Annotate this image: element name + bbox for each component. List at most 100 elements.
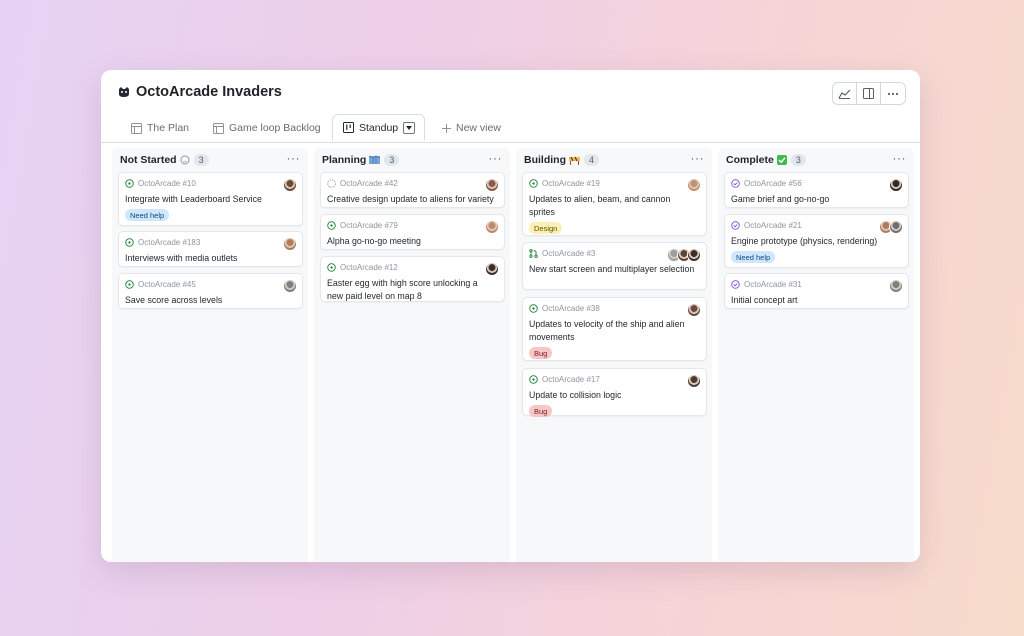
assignees	[485, 178, 499, 192]
issue-card[interactable]: OctoArcade #31 Initial concept art	[724, 273, 909, 309]
view-tabs: The Plan Game loop Backlog Standup New v…	[101, 114, 920, 143]
issue-reference: OctoArcade #42	[327, 179, 398, 188]
issue-label[interactable]: Design	[529, 222, 563, 234]
issue-number: OctoArcade #19	[542, 179, 600, 188]
assignees	[879, 220, 903, 234]
avatar	[283, 237, 297, 251]
new-view-button[interactable]: New view	[442, 114, 501, 142]
issue-reference: OctoArcade #56	[731, 179, 802, 188]
plus-icon	[442, 123, 451, 133]
issue-title[interactable]: Easter egg with high score unlocking a n…	[327, 277, 496, 303]
issue-card[interactable]: OctoArcade #10 Integrate with Leaderboard…	[118, 172, 303, 226]
issue-title[interactable]: New start screen and multiplayer selecti…	[529, 263, 698, 276]
issue-title[interactable]: Creative design update to aliens for var…	[327, 193, 496, 206]
board-column: Complete 3 ··· OctoArcade #56 Game brief and…	[718, 148, 914, 562]
column-count: 4	[584, 154, 600, 166]
issue-label[interactable]: Need help	[731, 251, 776, 263]
issue-card[interactable]: OctoArcade #3 New start screen and multip…	[522, 242, 707, 290]
issue-label[interactable]: Bug	[529, 347, 553, 359]
issue-card[interactable]: OctoArcade #12 Easter egg with high score…	[320, 256, 505, 302]
issue-label[interactable]: Need help	[125, 209, 170, 221]
issue-card[interactable]: OctoArcade #45 Save score across levels	[118, 273, 303, 309]
project-title: OctoArcade Invaders	[136, 84, 282, 100]
avatar	[283, 178, 297, 192]
board-column: Planning 3 ··· OctoArcade #42 Creative desig…	[314, 148, 510, 562]
issue-title[interactable]: Game brief and go-no-go	[731, 193, 900, 206]
open-issue-icon	[529, 179, 538, 188]
issue-title[interactable]: Updates to alien, beam, and cannon sprit…	[529, 193, 698, 219]
assignees	[485, 220, 499, 234]
tab-standup[interactable]: Standup	[332, 114, 426, 141]
side-panel-icon	[863, 88, 874, 99]
column-header: Building 4 ···	[524, 150, 704, 170]
issue-title[interactable]: Alpha go-no-go meeting	[327, 235, 496, 248]
column-title: Complete	[726, 154, 774, 166]
assignees	[283, 178, 297, 192]
closed-issue-icon	[731, 179, 740, 188]
issue-reference: OctoArcade #3	[529, 249, 595, 258]
issue-label[interactable]: Bug	[529, 405, 553, 417]
column-count: 3	[193, 154, 209, 166]
view-options-button[interactable]	[403, 121, 416, 134]
column-more-icon[interactable]: ···	[893, 151, 907, 165]
tab-label: Standup	[359, 121, 399, 134]
avatar	[485, 220, 499, 234]
column-title: Not Started	[120, 154, 177, 166]
issue-card[interactable]: OctoArcade #19 Updates to alien, beam, an…	[522, 172, 707, 236]
issue-title[interactable]: Save score across levels	[125, 294, 294, 307]
avatar	[687, 178, 701, 192]
more-icon	[887, 92, 899, 95]
column-more-icon[interactable]: ···	[691, 151, 705, 165]
issue-title[interactable]: Update to collision logic	[529, 389, 698, 402]
column-header: Planning 3 ···	[322, 150, 502, 170]
issue-number: OctoArcade #42	[340, 179, 398, 188]
assignees	[283, 237, 297, 251]
issue-card[interactable]: OctoArcade #21 Engine prototype (physics,…	[724, 214, 909, 268]
issue-card[interactable]: OctoArcade #17 Update to collision logic B…	[522, 368, 707, 417]
issue-card[interactable]: OctoArcade #56 Game brief and go-no-go	[724, 172, 909, 208]
open-issue-icon	[125, 238, 134, 247]
issue-number: OctoArcade #79	[340, 221, 398, 230]
issue-number: OctoArcade #21	[744, 221, 802, 230]
side-panel-button[interactable]	[857, 83, 881, 104]
column-more-icon[interactable]: ···	[287, 151, 301, 165]
draft-issue-icon	[327, 179, 336, 188]
construction-icon	[569, 155, 580, 165]
assignees	[687, 178, 701, 192]
column-count: 3	[384, 154, 400, 166]
issue-title[interactable]: Interviews with media outlets	[125, 252, 294, 265]
column-header: Complete 3 ···	[726, 150, 906, 170]
issue-card[interactable]: OctoArcade #79 Alpha go-no-go meeting	[320, 214, 505, 250]
column-more-icon[interactable]: ···	[489, 151, 503, 165]
issue-reference: OctoArcade #17	[529, 375, 600, 384]
tab-the-plan[interactable]: The Plan	[131, 114, 189, 142]
assignees	[889, 279, 903, 293]
issue-reference: OctoArcade #79	[327, 221, 398, 230]
table-icon	[213, 122, 224, 134]
view-toolbar	[832, 82, 906, 105]
issue-reference: OctoArcade #45	[125, 280, 196, 289]
issue-card[interactable]: OctoArcade #38 Updates to velocity of the…	[522, 297, 707, 361]
issue-title[interactable]: Integrate with Leaderboard Service	[125, 193, 294, 206]
board-column: Not Started 3 ··· OctoArcade #10 Integrate w…	[112, 148, 308, 562]
board-icon	[343, 122, 354, 133]
project-window: OctoArcade Invaders The Plan Game loop B…	[101, 70, 920, 562]
avatar	[889, 178, 903, 192]
open-issue-icon	[529, 304, 538, 313]
check-icon	[776, 155, 787, 165]
column-title: Planning	[322, 154, 367, 166]
insights-button[interactable]	[833, 83, 857, 104]
issue-title[interactable]: Updates to velocity of the ship and alie…	[529, 318, 698, 344]
tab-game-loop-backlog[interactable]: Game loop Backlog	[213, 114, 321, 142]
issue-reference: OctoArcade #19	[529, 179, 600, 188]
closed-issue-icon	[731, 221, 740, 230]
more-button[interactable]	[881, 83, 905, 104]
issue-title[interactable]: Initial concept art	[731, 294, 900, 307]
avatar	[687, 374, 701, 388]
avatar	[889, 220, 903, 234]
assignees	[687, 374, 701, 388]
issue-card[interactable]: OctoArcade #42 Creative design update to …	[320, 172, 505, 208]
avatar	[687, 303, 701, 317]
issue-card[interactable]: OctoArcade #183 Interviews with media out…	[118, 231, 303, 267]
issue-title[interactable]: Engine prototype (physics, rendering)	[731, 235, 900, 248]
